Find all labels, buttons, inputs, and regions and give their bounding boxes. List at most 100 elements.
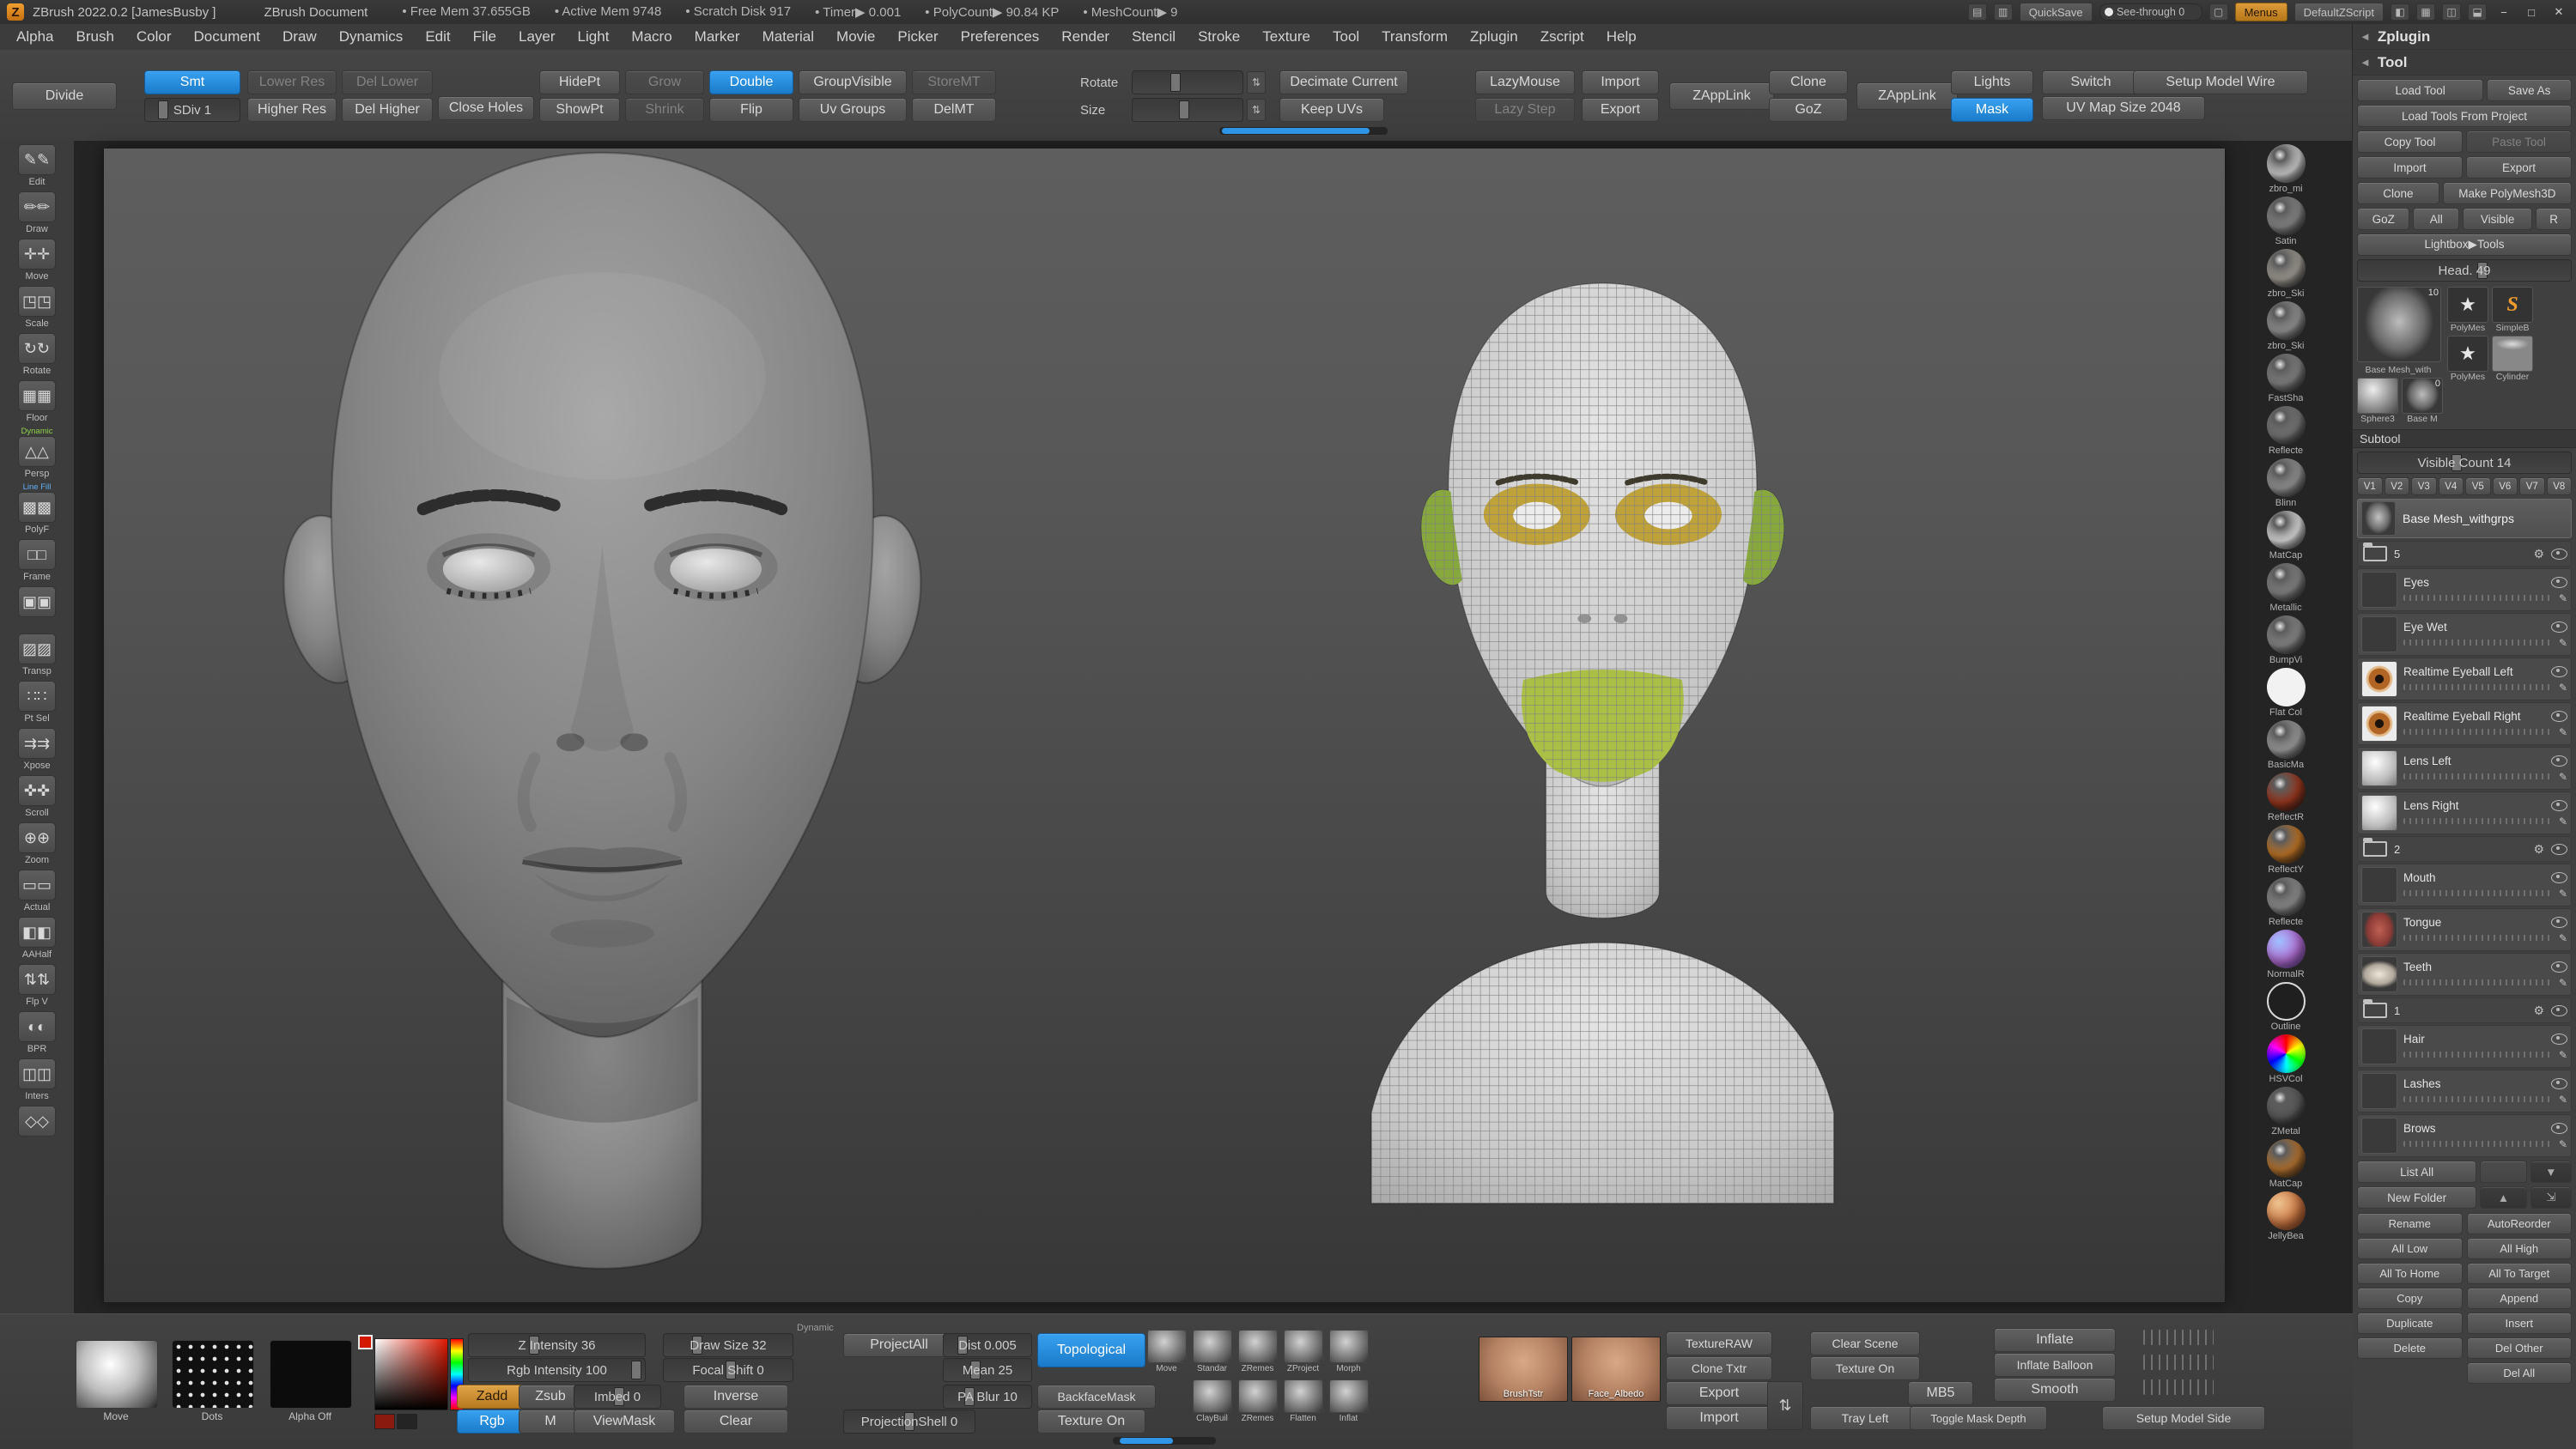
toolbar-item[interactable]: [18, 586, 56, 629]
menu-item[interactable]: Zplugin: [1459, 24, 1529, 50]
doc-icon[interactable]: [1968, 3, 1987, 21]
menu-item[interactable]: Stencil: [1121, 24, 1187, 50]
save-as-button[interactable]: Save As: [2487, 79, 2572, 101]
paint-icon[interactable]: ✎: [2559, 932, 2567, 944]
toggle-mask-depth-button[interactable]: Toggle Mask Depth: [1910, 1406, 2047, 1430]
visibility-tab[interactable]: V8: [2547, 477, 2573, 495]
subtool-mini-slider[interactable]: [2403, 595, 2552, 601]
material-item[interactable]: ZMetal: [2267, 1087, 2306, 1137]
smooth-ticks-slider[interactable]: [2143, 1379, 2214, 1395]
subtool-row[interactable]: ⚙ Lashes ✎: [2357, 1070, 2572, 1113]
size-mode-icon[interactable]: ⇅: [1247, 99, 1266, 121]
tool-icon[interactable]: [18, 634, 56, 664]
tool-icon[interactable]: [18, 586, 56, 617]
visibility-tab[interactable]: V6: [2493, 477, 2518, 495]
material-sphere-icon[interactable]: [2267, 1087, 2306, 1125]
visibility-eye-icon[interactable]: [2551, 1034, 2567, 1045]
tool-thumbnail-sphere[interactable]: [2357, 378, 2398, 414]
paint-icon[interactable]: ✎: [2559, 771, 2567, 783]
menu-item[interactable]: Macro: [620, 24, 683, 50]
menu-item[interactable]: Dynamics: [328, 24, 415, 50]
window-minimize-button[interactable]: −: [2494, 3, 2514, 21]
gear-icon[interactable]: ⚙: [2533, 842, 2544, 857]
z-intensity-slider[interactable]: Z Intensity 36: [468, 1333, 646, 1357]
tool-name-slider[interactable]: Head. 49: [2357, 259, 2572, 282]
texture-thumbnail-face-albedo[interactable]: Face_Albedo: [1571, 1337, 1661, 1402]
subtool-mini-slider[interactable]: [2403, 818, 2552, 824]
menu-item[interactable]: Alpha: [5, 24, 64, 50]
import-button[interactable]: Import: [1582, 70, 1659, 94]
material-item[interactable]: Reflecte: [2267, 406, 2306, 456]
tool-icon[interactable]: [18, 964, 56, 995]
lightbox-tools-button[interactable]: Lightbox▶Tools: [2357, 233, 2572, 256]
material-item[interactable]: BasicMa: [2267, 720, 2306, 770]
menu-item[interactable]: Transform: [1370, 24, 1459, 50]
toolbar-item[interactable]: Actual: [18, 870, 56, 912]
uv-groups-button[interactable]: Uv Groups: [799, 98, 907, 122]
clear-scene-button[interactable]: Clear Scene: [1810, 1331, 1920, 1355]
subtool-mini-slider[interactable]: [2403, 890, 2552, 896]
flip-button[interactable]: Flip: [709, 98, 793, 122]
tray-left-button[interactable]: Tray Left: [1810, 1406, 1920, 1430]
subtool-row[interactable]: ⚙ Realtime Eyeball Left ✎: [2357, 658, 2572, 700]
subtool-mini-slider[interactable]: [2403, 640, 2552, 646]
subtool-row[interactable]: ⚙ Eye Wet ✎: [2357, 613, 2572, 656]
material-sphere-icon[interactable]: [2267, 825, 2306, 864]
toolbar-item[interactable]: Move: [18, 239, 56, 282]
tool-icon[interactable]: [18, 1058, 56, 1089]
subtool-mini-slider[interactable]: [2403, 1052, 2552, 1058]
send-to-folder-icon[interactable]: ⇲: [2530, 1186, 2572, 1209]
load-tool-button[interactable]: Load Tool: [2357, 79, 2483, 101]
tool-export-button[interactable]: Export: [2466, 156, 2572, 179]
divide-button[interactable]: Divide: [12, 82, 117, 110]
inflate-balloon-button[interactable]: Inflate Balloon: [1994, 1353, 2116, 1377]
menu-item[interactable]: Material: [751, 24, 825, 50]
paint-icon[interactable]: ✎: [2559, 682, 2567, 694]
sdiv-slider[interactable]: SDiv 1: [144, 98, 240, 122]
paint-icon[interactable]: ✎: [2559, 592, 2567, 604]
material-sphere-icon[interactable]: [2267, 1191, 2306, 1230]
toolbar-item[interactable]: Pt Sel: [18, 681, 56, 724]
shrink-button[interactable]: Shrink: [625, 98, 704, 122]
tool-icon[interactable]: [18, 286, 56, 317]
zplugin-palette-header[interactable]: ◄ Zplugin: [2353, 24, 2576, 50]
visibility-eye-icon[interactable]: [2551, 1005, 2567, 1016]
grow-button[interactable]: Grow: [625, 70, 704, 94]
material-item[interactable]: Reflecte: [2267, 877, 2306, 927]
sculpt-viewport[interactable]: [104, 149, 2225, 1302]
brush-preset[interactable]: Standar: [1189, 1330, 1235, 1373]
material-sphere-icon[interactable]: [2267, 144, 2306, 183]
visibility-eye-icon[interactable]: [2551, 711, 2567, 722]
smt-button[interactable]: Smt: [144, 70, 240, 94]
subtool-row[interactable]: ⚙ Tongue ✎: [2357, 908, 2572, 951]
visibility-eye-icon[interactable]: [2551, 872, 2567, 883]
default-zscript-button[interactable]: DefaultZScript: [2294, 3, 2384, 21]
menu-item[interactable]: Movie: [825, 24, 886, 50]
subtool-action-button[interactable]: All To Target: [2467, 1263, 2573, 1284]
menu-item[interactable]: Preferences: [950, 24, 1051, 50]
paint-icon[interactable]: ✎: [2559, 888, 2567, 900]
material-sphere-icon[interactable]: [2267, 1034, 2306, 1073]
subtool-action-button[interactable]: Delete: [2357, 1337, 2463, 1359]
gear-icon[interactable]: ⚙: [2533, 547, 2544, 561]
brush-preset[interactable]: Inflat: [1326, 1379, 1371, 1423]
material-item[interactable]: Blinn: [2267, 458, 2306, 508]
uv-map-size-button[interactable]: UV Map Size 2048: [2042, 96, 2205, 120]
material-item[interactable]: zbro_Ski: [2267, 249, 2306, 299]
bottom-scrollbar[interactable]: [1113, 1437, 1216, 1445]
panel-columns-icon[interactable]: [2442, 3, 2461, 21]
current-stroke-thumbnail[interactable]: [172, 1340, 254, 1409]
menu-item[interactable]: Brush: [64, 24, 125, 50]
subtool-action-button[interactable]: Del Other: [2467, 1337, 2573, 1359]
topological-button[interactable]: Topological: [1037, 1333, 1145, 1367]
inflate-balloon-ticks-slider[interactable]: [2143, 1355, 2214, 1370]
toolbar-item[interactable]: Line Fill PolyF: [18, 483, 56, 535]
paint-icon[interactable]: ✎: [2559, 1138, 2567, 1150]
higher-res-button[interactable]: Higher Res: [247, 98, 337, 122]
tool-icon[interactable]: [18, 1106, 56, 1137]
subtool-row[interactable]: ⚙ Brows ✎: [2357, 1114, 2572, 1157]
toolbar-item[interactable]: Scale: [18, 286, 56, 329]
shelf-scrollbar[interactable]: [1219, 127, 1388, 135]
hidept-button[interactable]: HidePt: [539, 70, 620, 94]
menu-item[interactable]: Document: [183, 24, 271, 50]
